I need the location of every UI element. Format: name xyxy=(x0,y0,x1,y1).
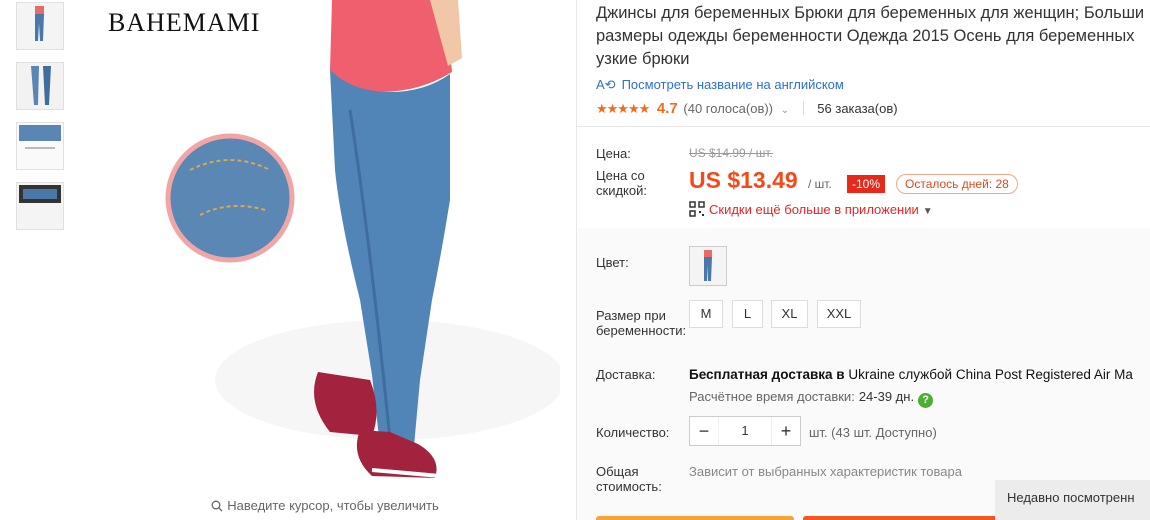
orders-count: 56 заказа(ов) xyxy=(817,101,898,116)
buy-now-button[interactable] xyxy=(596,516,794,520)
shipping-label: Доставка: xyxy=(596,367,656,382)
free-shipping-text: Бесплатная доставка в xyxy=(689,367,845,382)
zoom-hint: Наведите курсор, чтобы увеличить xyxy=(90,498,560,513)
delivery-estimate-value: 24-39 дн. xyxy=(858,389,915,404)
quantity-available: шт. (43 шт. Доступно) xyxy=(809,425,937,440)
delivery-estimate-label: Расчётное время доставки: xyxy=(689,389,855,404)
rating-value: 4.7 xyxy=(656,100,678,117)
product-info: Джинсы для беременных Брюки для беременн… xyxy=(577,0,1150,520)
quantity-label: Количество: xyxy=(596,425,670,440)
current-price: US $13.49 xyxy=(689,167,798,193)
days-left-badge: Осталось дней: 28 xyxy=(896,174,1018,194)
original-price: US $14.99 / шт. xyxy=(689,146,773,160)
translate-icon: A⟲ xyxy=(596,77,616,92)
title-line-3: узкие брюки xyxy=(596,50,690,68)
plus-icon[interactable]: + xyxy=(772,417,800,445)
magnifier-icon xyxy=(211,500,223,512)
price-label: Цена: xyxy=(596,146,631,161)
size-option-xl[interactable]: XL xyxy=(771,300,808,328)
title-line-1: Джинсы для беременных Брюки для беременн… xyxy=(596,4,1145,22)
product-thumb-2[interactable] xyxy=(16,62,64,110)
size-option-m[interactable]: M xyxy=(689,300,723,328)
help-icon[interactable]: ? xyxy=(918,393,934,408)
recently-viewed-tab[interactable]: Недавно посмотренн xyxy=(995,480,1150,520)
qr-code-icon xyxy=(689,201,705,217)
delivery-estimate: Расчётное время доставки: 24-39 дн.? xyxy=(689,389,934,408)
size-label: Размер при беременности: xyxy=(596,308,687,338)
star-rating-icon: ★★★★★ xyxy=(596,101,650,116)
color-swatch[interactable] xyxy=(689,246,727,286)
translate-link[interactable]: A⟲ Посмотреть название на английском xyxy=(596,77,844,93)
app-discount-link[interactable]: Скидки ещё больше в приложении ▼ xyxy=(689,201,933,217)
color-label: Цвет: xyxy=(596,255,629,270)
add-to-cart-button[interactable] xyxy=(803,516,1003,520)
discount-badge: -10% xyxy=(847,175,886,193)
shipping-destination: Ukraine службой China Post Registered Ai… xyxy=(848,367,1133,382)
caret-down-icon: ▼ xyxy=(922,206,933,217)
title-line-2: размеры одежды беременности Одежда 2015 … xyxy=(596,27,1135,45)
shipping-method[interactable]: Бесплатная доставка в Ukraine службой Ch… xyxy=(689,367,1133,382)
product-photo xyxy=(90,0,560,492)
translate-link-text: Посмотреть название на английском xyxy=(621,77,844,92)
rating-row: ★★★★★ 4.7 (40 голоса(ов)) ⌄ 56 заказа(ов… xyxy=(596,100,898,117)
discount-price-label: Цена со скидкой: xyxy=(596,168,647,198)
size-option-xxl[interactable]: XXL xyxy=(817,300,861,328)
brand-logo: BAHEMAMI xyxy=(108,8,261,37)
product-thumb-3[interactable] xyxy=(16,122,64,170)
total-label: Общая стоимость: xyxy=(596,464,662,494)
votes-link[interactable]: (40 голоса(ов)) xyxy=(683,101,773,116)
product-title: Джинсы для беременных Брюки для беременн… xyxy=(596,2,1150,71)
total-note: Зависит от выбранных характеристик товар… xyxy=(689,464,962,479)
minus-icon[interactable]: − xyxy=(690,417,718,445)
zoom-hint-text: Наведите курсор, чтобы увеличить xyxy=(227,498,439,513)
product-thumb-4[interactable] xyxy=(16,182,64,230)
rating-separator xyxy=(802,101,804,115)
quantity-stepper: − 1 + xyxy=(689,416,801,446)
product-thumb-1[interactable] xyxy=(16,2,64,50)
price-unit: / шт. xyxy=(808,177,832,191)
main-product-image[interactable]: BAHEMAMI xyxy=(90,0,560,492)
chevron-down-icon[interactable]: ⌄ xyxy=(781,105,789,116)
size-option-l[interactable]: L xyxy=(732,300,763,328)
divider xyxy=(577,126,1150,127)
app-discount-text: Скидки ещё больше в приложении xyxy=(709,202,919,217)
quantity-input[interactable]: 1 xyxy=(718,417,772,445)
